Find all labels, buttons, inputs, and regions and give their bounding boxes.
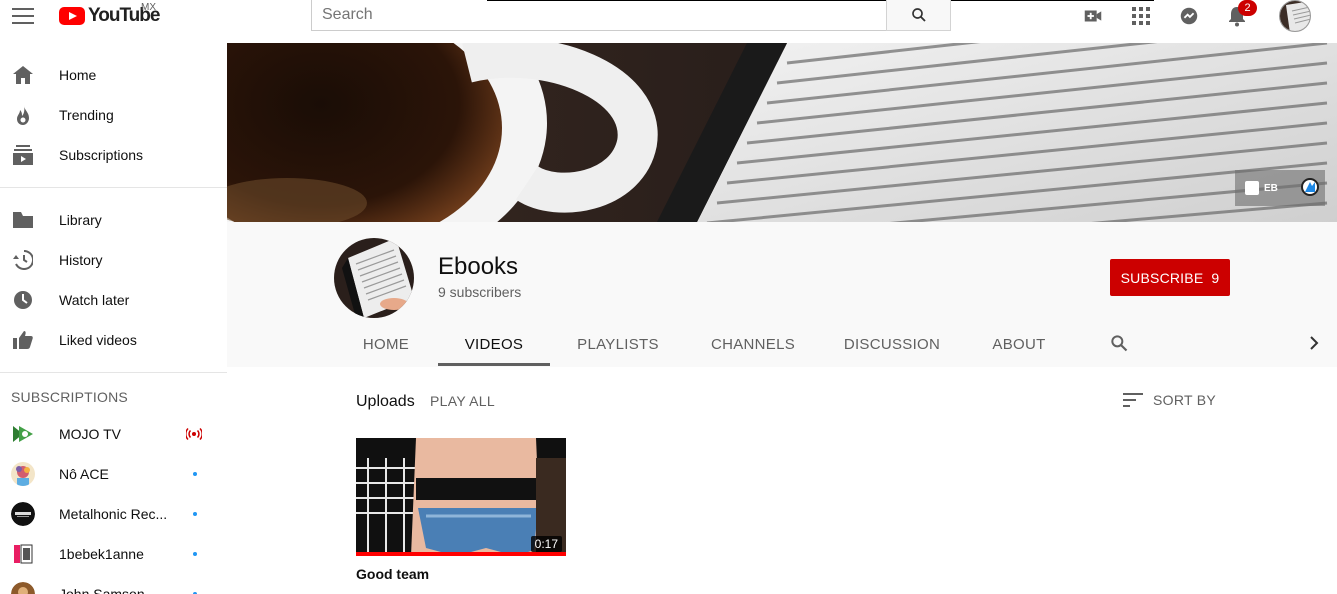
sidebar-divider: [0, 372, 227, 373]
sidebar-item-watch-later[interactable]: Watch later: [0, 280, 227, 320]
sidebar-item-label: Liked videos: [59, 332, 137, 348]
tab-channels[interactable]: CHANNELS: [701, 322, 805, 366]
tab-about[interactable]: ABOUT: [980, 322, 1058, 366]
sidebar-item-label: Metalhonic Rec...: [59, 506, 168, 522]
banner-image: [227, 43, 1337, 222]
play-all-button[interactable]: PLAY ALL: [430, 393, 495, 409]
sidebar-item-label: Trending: [59, 107, 114, 123]
apps-icon[interactable]: [1129, 4, 1153, 28]
sort-icon: [1123, 393, 1143, 407]
sidebar-item-library[interactable]: Library: [0, 200, 227, 240]
subscriptions-icon: [12, 145, 34, 165]
watch-later-icon: [12, 290, 34, 310]
channel-avatar: [11, 582, 35, 594]
tab-videos[interactable]: VIDEOS: [438, 322, 550, 366]
home-icon: [12, 65, 34, 85]
tab-discussion[interactable]: DISCUSSION: [837, 322, 947, 366]
sidebar-item-history[interactable]: History: [0, 240, 227, 280]
sidebar-item-label: Library: [59, 212, 102, 228]
subscribe-count: 9: [1211, 269, 1220, 286]
sidebar-subscription-item[interactable]: MOJO TV: [0, 414, 227, 454]
liked-videos-icon: [12, 330, 34, 350]
sidebar: Home Trending Subscriptions Library Hist…: [0, 43, 227, 594]
sidebar-divider: [0, 187, 227, 188]
channel-avatar: [11, 422, 35, 446]
sort-by-button[interactable]: SORT BY: [1123, 390, 1216, 410]
sidebar-item-label: Watch later: [59, 292, 130, 308]
sidebar-item-subscriptions[interactable]: Subscriptions: [0, 135, 227, 175]
sidebar-item-label: Home: [59, 67, 97, 83]
new-content-dot: [193, 512, 197, 516]
video-duration: 0:17: [530, 536, 562, 552]
tab-home[interactable]: HOME: [350, 322, 422, 366]
website-link-icon[interactable]: [1300, 177, 1319, 199]
tab-playlists[interactable]: PLAYLISTS: [566, 322, 670, 366]
sort-by-label: SORT BY: [1153, 392, 1217, 408]
sidebar-item-label: John Samson: [59, 586, 145, 594]
search-icon: [911, 8, 926, 22]
channel-subscriber-count: 9 subscribers: [438, 284, 522, 300]
account-avatar[interactable]: [1279, 0, 1311, 32]
channel-avatar-large: [334, 238, 414, 318]
youtube-play-icon: [59, 7, 85, 25]
subscriptions-header: SUBSCRIPTIONS: [11, 389, 128, 405]
video-thumbnail[interactable]: 0:17: [356, 438, 566, 556]
search-box[interactable]: [311, 0, 887, 31]
subscribe-label: SUBSCRIBE: [1120, 269, 1204, 286]
trending-icon: [12, 105, 34, 125]
banner-links: EB: [1235, 170, 1325, 206]
sidebar-item-trending[interactable]: Trending: [0, 95, 227, 135]
subscribe-button[interactable]: SUBSCRIBE 9: [1110, 259, 1230, 296]
channel-name: Ebooks: [438, 253, 519, 280]
sidebar-item-home[interactable]: Home: [0, 55, 227, 95]
menu-icon[interactable]: [12, 8, 34, 24]
channel-avatar: [11, 462, 35, 486]
sidebar-item-liked-videos[interactable]: Liked videos: [0, 320, 227, 360]
library-icon: [12, 210, 34, 230]
sidebar-subscription-item[interactable]: Metalhonic Rec...: [0, 494, 227, 534]
video-watched-progress: [356, 552, 566, 556]
logo-country-code: MX: [141, 2, 156, 13]
sidebar-subscription-item[interactable]: John Samson: [0, 574, 227, 594]
sidebar-subscription-item[interactable]: Nô ACE: [0, 454, 227, 494]
messages-icon[interactable]: [1177, 4, 1201, 28]
notification-count-badge: 2: [1238, 0, 1257, 16]
sidebar-item-label: MOJO TV: [59, 426, 121, 442]
search-input[interactable]: [322, 6, 886, 24]
history-icon: [12, 250, 34, 270]
live-broadcast-icon: [185, 427, 203, 446]
sidebar-item-label: Nô ACE: [59, 466, 109, 482]
new-content-dot: [193, 472, 197, 476]
video-title[interactable]: Good team: [356, 566, 429, 582]
sidebar-subscription-item[interactable]: 1bebek1anne: [0, 534, 227, 574]
uploads-section-title: Uploads: [356, 393, 415, 410]
create-video-icon[interactable]: [1081, 4, 1105, 28]
masthead: YouTube MX 2: [0, 0, 1337, 43]
sidebar-item-label: History: [59, 252, 103, 268]
channel-avatar: [11, 502, 35, 526]
search-focus-line: [487, 0, 1154, 1]
banner-link-label[interactable]: EB: [1264, 183, 1278, 194]
new-content-dot: [193, 552, 197, 556]
channel-search-icon[interactable]: [1107, 331, 1131, 355]
chevron-right-icon[interactable]: [1302, 331, 1326, 355]
ebooks-link-icon[interactable]: [1245, 181, 1259, 195]
sidebar-item-label: 1bebek1anne: [59, 546, 144, 562]
channel-avatar: [11, 542, 35, 566]
sidebar-item-label: Subscriptions: [59, 147, 144, 163]
search-button[interactable]: [886, 0, 951, 31]
channel-banner: [227, 43, 1337, 222]
